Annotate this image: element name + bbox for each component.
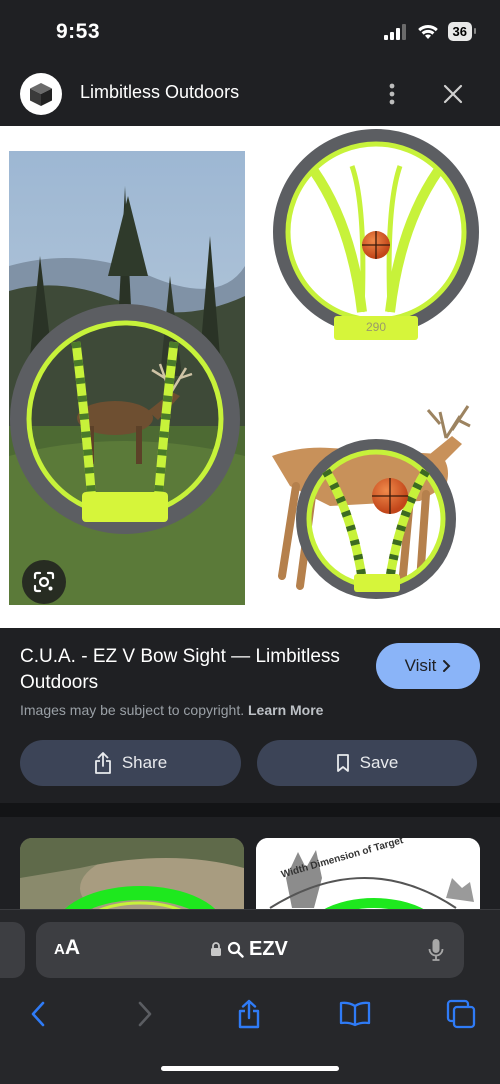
share-icon [94, 752, 111, 774]
cube-logo-icon[interactable] [20, 73, 62, 115]
learn-more-link[interactable]: Learn More [248, 702, 323, 718]
image-source-header: Limbitless Outdoors [0, 62, 500, 126]
share-icon[interactable] [229, 994, 269, 1034]
sight-distance-label: 290 [366, 320, 386, 334]
tabs-icon[interactable] [441, 994, 481, 1034]
status-icons: 36 [383, 22, 477, 41]
bookmark-icon [336, 754, 349, 772]
chevron-right-icon [443, 660, 451, 672]
save-button[interactable]: Save [257, 740, 477, 786]
battery-icon: 36 [447, 22, 477, 41]
more-vertical-icon[interactable] [378, 78, 406, 110]
copyright-notice: Images may be subject to copyright. Lear… [20, 702, 323, 718]
product-image-collage: 290 [9, 129, 479, 605]
related-images: Width Dimension of Target [0, 817, 500, 917]
bookmarks-icon[interactable] [335, 994, 375, 1034]
aa-large: A [64, 936, 81, 959]
related-image-thumb[interactable] [20, 838, 244, 917]
cellular-signal-icon [383, 23, 406, 40]
save-label: Save [359, 753, 399, 772]
status-bar: 9:53 36 [0, 0, 500, 62]
section-divider [0, 803, 500, 817]
back-icon[interactable] [18, 994, 58, 1034]
status-time: 9:53 [56, 20, 101, 43]
field-photo [9, 151, 245, 605]
forward-icon[interactable] [125, 994, 165, 1034]
copyright-text: Images may be subject to copyright. [20, 702, 245, 718]
close-icon[interactable] [436, 77, 470, 111]
related-image-thumb[interactable]: Width Dimension of Target [256, 838, 480, 917]
visit-button[interactable]: Visit [376, 643, 480, 689]
microphone-icon[interactable] [424, 935, 448, 965]
share-button[interactable]: Share [20, 740, 241, 786]
wifi-icon [417, 24, 438, 39]
previous-tab-peek[interactable] [0, 922, 25, 978]
browser-toolbar [0, 994, 500, 1034]
address-bar[interactable]: AA EZV [36, 922, 464, 978]
deer-diagram [272, 405, 471, 599]
site-name[interactable]: Limbitless Outdoors [80, 82, 239, 103]
reader-aa-button[interactable]: AA [54, 936, 80, 964]
google-lens-button[interactable] [22, 560, 66, 604]
result-title[interactable]: C.U.A. - EZ V Bow Sight — Limbitless Out… [20, 644, 340, 696]
sight-diagram-top: 290 [273, 129, 479, 340]
main-image[interactable]: 290 [0, 126, 500, 628]
home-indicator [161, 1066, 339, 1071]
lock-icon [211, 942, 221, 956]
aa-small: A [54, 941, 65, 958]
search-icon [227, 941, 244, 958]
share-label: Share [121, 753, 168, 772]
visit-label: Visit [404, 656, 437, 675]
url-field[interactable]: EZV [210, 938, 288, 961]
result-info-panel: C.U.A. - EZ V Bow Sight — Limbitless Out… [0, 628, 500, 803]
lens-icon [33, 571, 55, 593]
browser-bottom-bar: AA EZV [0, 909, 500, 1084]
url-text: EZV [249, 938, 288, 960]
